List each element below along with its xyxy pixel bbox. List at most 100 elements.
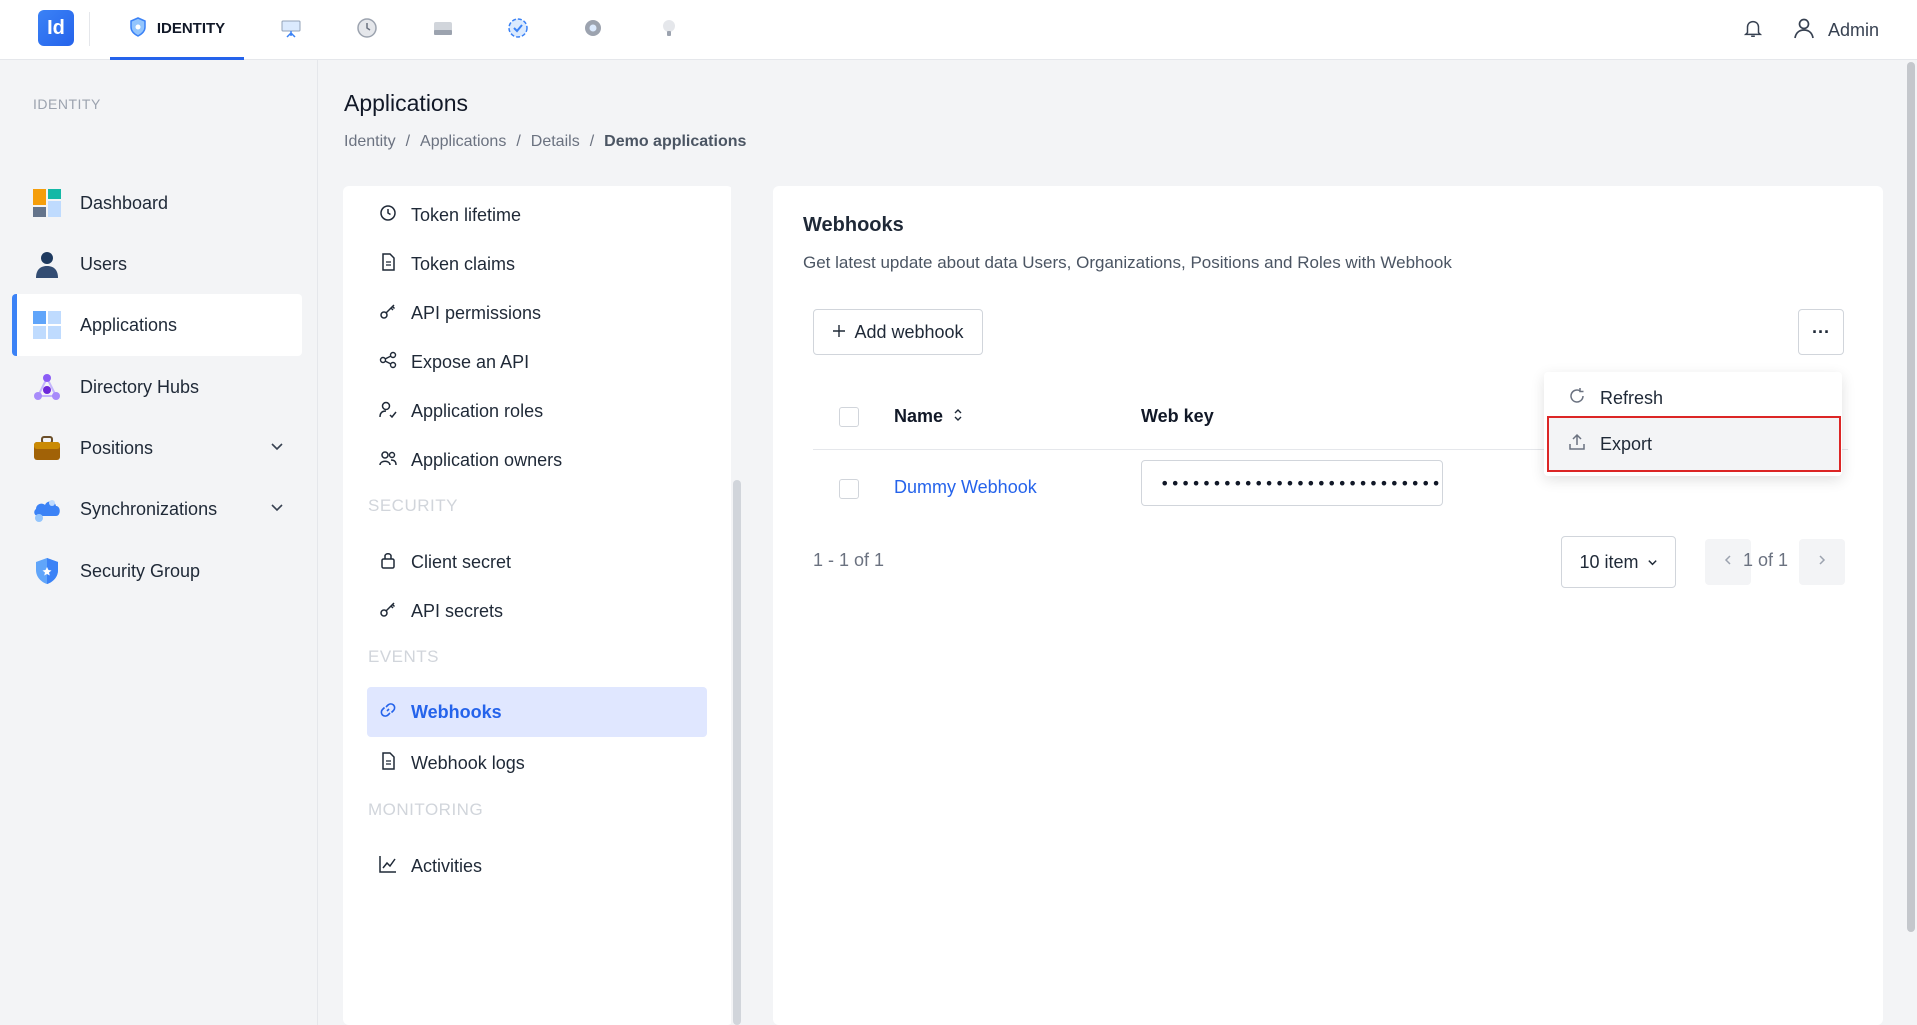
user-role-icon <box>379 400 397 423</box>
webhook-name-link[interactable]: Dummy Webhook <box>894 477 1037 498</box>
nav-application-owners[interactable]: Application owners <box>367 436 707 484</box>
breadcrumb: Identity / Applications / Details / Demo… <box>344 133 746 151</box>
tab-identity-label: IDENTITY <box>156 20 226 37</box>
nav-webhook-logs[interactable]: Webhook logs <box>367 739 707 787</box>
user-icon <box>32 249 62 279</box>
panel-scrollbar[interactable] <box>733 480 741 1025</box>
chevron-right-icon <box>1817 553 1827 571</box>
dashboard-icon <box>32 188 62 218</box>
sidebar-item-label: Positions <box>80 437 154 458</box>
app-logo[interactable]: Id <box>38 10 74 46</box>
top-bar: Id IDENTITY Admin <box>0 0 1917 60</box>
sidebar-item-directory-hubs[interactable]: Directory Hubs <box>12 356 302 418</box>
nav-token-lifetime[interactable]: Token lifetime <box>367 191 707 239</box>
breadcrumb-item[interactable]: Details <box>531 133 580 151</box>
section-events: EVENTS <box>368 647 440 666</box>
column-label: Name <box>894 406 944 426</box>
chevron-down-icon[interactable] <box>270 437 284 458</box>
divider <box>89 12 90 46</box>
web-key-field[interactable]: •••••••••••••••••••••••••••• <box>1141 460 1443 506</box>
users-icon <box>379 449 397 472</box>
nav-token-claims[interactable]: Token claims <box>367 240 707 288</box>
page-indicator: 1 of 1 <box>1743 550 1789 570</box>
top-right-controls: Admin <box>1742 0 1879 60</box>
chevron-left-icon <box>1723 553 1733 571</box>
nav-api-secrets[interactable]: API secrets <box>367 587 707 635</box>
nav-webhooks[interactable]: Webhooks <box>367 687 707 737</box>
bell-icon[interactable] <box>1742 17 1764 44</box>
page-size-select[interactable]: 10 item <box>1561 536 1676 588</box>
drive-icon[interactable] <box>429 14 457 42</box>
bulb-icon[interactable] <box>655 14 683 42</box>
menu-item-export[interactable]: Export <box>1547 416 1841 472</box>
nav-label: Application owners <box>411 449 563 470</box>
cloud-sync-icon <box>32 494 62 524</box>
breadcrumb-item[interactable]: Applications <box>420 133 506 151</box>
sidebar-item-label: Directory Hubs <box>80 376 200 397</box>
settings-icon[interactable] <box>579 14 607 42</box>
tab-identity[interactable]: IDENTITY <box>110 0 244 60</box>
nav-expose-api[interactable]: Expose an API <box>367 338 707 386</box>
nav-application-roles[interactable]: Application roles <box>367 387 707 435</box>
check-circle-icon[interactable] <box>504 14 532 42</box>
nav-api-permissions[interactable]: API permissions <box>367 289 707 337</box>
nav-label: Activities <box>411 855 483 876</box>
shield-icon <box>32 556 62 586</box>
page-scrollbar[interactable] <box>1907 62 1915 932</box>
breadcrumb-separator: / <box>405 133 411 150</box>
column-header-web-key: Web key <box>1141 406 1214 427</box>
user-menu[interactable]: Admin <box>1792 16 1879 45</box>
sort-icon[interactable] <box>953 406 963 427</box>
card-title: Webhooks <box>803 214 904 236</box>
select-all-checkbox[interactable] <box>839 407 859 427</box>
add-webhook-label: Add webhook <box>854 321 964 342</box>
menu-item-refresh[interactable]: Refresh <box>1544 376 1842 420</box>
upload-icon <box>1568 433 1586 456</box>
nav-label: Token claims <box>411 253 516 274</box>
sidebar-section-label: IDENTITY <box>33 96 101 112</box>
applications-icon <box>32 310 62 340</box>
presentation-icon[interactable] <box>277 14 305 42</box>
link-icon <box>379 701 397 724</box>
sidebar-item-security-group[interactable]: Security Group <box>12 540 302 602</box>
sidebar-item-synchronizations[interactable]: Synchronizations <box>12 478 302 540</box>
nav-client-secret[interactable]: Client secret <box>367 538 707 586</box>
sidebar-item-label: Users <box>80 253 128 274</box>
more-actions-button[interactable]: ··· <box>1798 309 1844 355</box>
add-webhook-button[interactable]: Add webhook <box>813 309 983 355</box>
clock-icon[interactable] <box>353 14 381 42</box>
sidebar-item-positions[interactable]: Positions <box>12 417 302 479</box>
key-icon <box>379 600 397 623</box>
nav-label: Webhook logs <box>411 752 525 773</box>
column-label: Web key <box>1141 406 1214 426</box>
sidebar-item-dashboard[interactable]: Dashboard <box>12 172 302 234</box>
breadcrumb-separator: / <box>589 133 595 150</box>
pagination-range: 1 - 1 of 1 <box>813 550 885 570</box>
nav-label: API secrets <box>411 600 504 621</box>
row-checkbox[interactable] <box>839 479 859 499</box>
clock-icon <box>379 204 397 227</box>
sidebar-item-applications[interactable]: Applications <box>12 294 302 356</box>
nav-label: Application roles <box>411 400 544 421</box>
nav-activities[interactable]: Activities <box>367 842 707 890</box>
webhooks-card: Webhooks Get latest update about data Us… <box>773 186 1883 1025</box>
column-header-name[interactable]: Name <box>894 406 963 427</box>
sidebar-item-users[interactable]: Users <box>12 233 302 295</box>
section-security: SECURITY <box>368 496 458 515</box>
refresh-icon <box>1568 387 1586 410</box>
nav-label: Expose an API <box>411 351 530 372</box>
sidebar-item-label: Synchronizations <box>80 498 218 519</box>
nav-label: Client secret <box>411 551 512 572</box>
next-page-button[interactable] <box>1799 539 1845 585</box>
nav-label: Token lifetime <box>411 204 522 225</box>
sidebar: IDENTITY Dashboard Users Applications Di… <box>0 60 318 1025</box>
menu-item-label: Refresh <box>1600 387 1664 408</box>
settings-nav-panel: Token lifetime Token claims API permissi… <box>343 186 733 1025</box>
chart-line-icon <box>379 855 397 878</box>
briefcase-icon <box>32 433 62 463</box>
document-icon <box>379 751 397 775</box>
chevron-down-icon[interactable] <box>270 498 284 519</box>
nav-label: Webhooks <box>411 701 502 722</box>
sidebar-item-label: Security Group <box>80 560 201 581</box>
breadcrumb-item[interactable]: Identity <box>344 133 396 151</box>
